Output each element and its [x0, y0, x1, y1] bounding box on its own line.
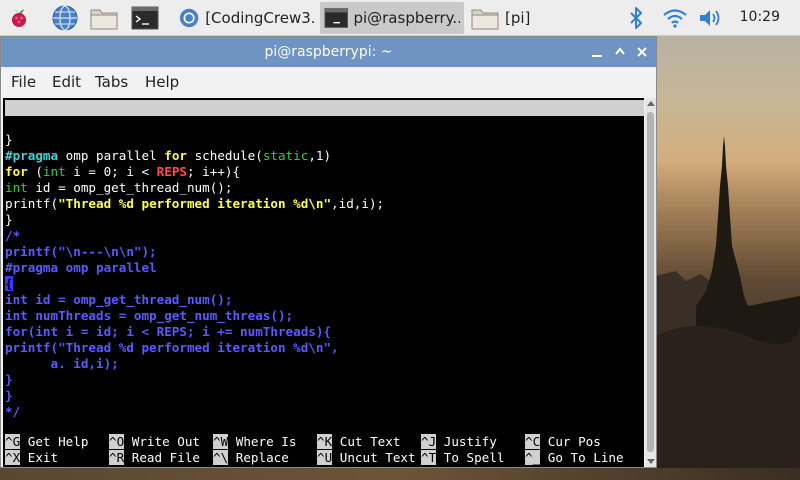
wifi-icon[interactable]	[660, 3, 690, 33]
maximize-icon[interactable]	[610, 42, 630, 62]
comment-line: /*	[5, 228, 21, 243]
comment-line: int id = omp_get_thread_num();	[5, 292, 233, 307]
scroll-up-icon[interactable]	[647, 101, 655, 106]
task-file-manager-label: [pi]	[505, 9, 531, 27]
code-line: #pragma omp parallel for schedule(static…	[5, 148, 332, 163]
menu-help[interactable]: Help	[145, 73, 179, 91]
comment-line: */	[5, 404, 21, 419]
terminal-launcher-icon[interactable]	[130, 3, 160, 33]
comment-line: }	[5, 372, 13, 387]
comment-line: }	[5, 388, 13, 403]
volume-icon[interactable]	[696, 3, 726, 33]
menu-edit[interactable]: Edit	[52, 73, 81, 91]
clock[interactable]: 10:29	[740, 9, 780, 25]
comment-line: a. id,i);	[5, 356, 119, 371]
task-terminal[interactable]: pi@raspberry...	[320, 2, 464, 34]
window-titlebar[interactable]: pi@raspberrypi: ~	[1, 37, 656, 67]
shortcut-cur-pos[interactable]: ^C Cur Pos	[525, 434, 601, 450]
file-manager-icon[interactable]	[89, 3, 119, 33]
nano-header: GNU nano 3.2 parallelLoopChunksOf1.c	[5, 100, 644, 147]
code-line: int id = omp_get_thread_num();	[5, 180, 233, 195]
comment-line: printf("Thread %d performed iteration %d…	[5, 340, 339, 355]
task-file-manager[interactable]: [pi]	[466, 2, 616, 34]
shortcut-replace[interactable]: ^\ Replace	[213, 450, 289, 466]
nano-version: GNU nano 3.2	[21, 116, 112, 131]
shortcut-exit[interactable]: ^X Exit	[5, 450, 58, 466]
taskbar: [CodingCrew3... pi@raspberry... [pi] 10:…	[0, 0, 800, 36]
menu-file[interactable]: File	[11, 73, 36, 91]
code-line: }	[5, 132, 13, 147]
task-chromium-label: [CodingCrew3...	[205, 9, 316, 27]
comment-line: int numThreads = omp_get_num_threas();	[5, 308, 294, 323]
minimize-icon[interactable]	[587, 42, 607, 62]
desktop-wallpaper	[656, 36, 800, 480]
scroll-down-icon[interactable]	[647, 459, 655, 464]
shortcut-write-out[interactable]: ^O Write Out	[109, 434, 200, 450]
bluetooth-icon[interactable]	[621, 3, 651, 33]
code-line: printf("Thread %d performed iteration %d…	[5, 196, 385, 211]
scrollbar-thumb[interactable]	[647, 112, 654, 452]
comment-line: #pragma omp parallel	[5, 260, 157, 275]
terminal-scrollbar[interactable]	[645, 98, 656, 467]
text-cursor: {	[5, 276, 13, 291]
shortcut-justify[interactable]: ^J Justify	[421, 434, 497, 450]
terminal-icon	[324, 8, 348, 28]
shortcut-cut-text[interactable]: ^K Cut Text	[317, 434, 400, 450]
shortcut-get-help[interactable]: ^G Get Help	[5, 434, 88, 450]
terminal-area[interactable]: GNU nano 3.2 parallelLoopChunksOf1.c } #…	[3, 98, 644, 467]
shortcut-where-is[interactable]: ^W Where Is	[213, 434, 296, 450]
shortcut-uncut-text[interactable]: ^U Uncut Text	[317, 450, 416, 466]
code-line: for (int i = 0; i < REPS; i++){	[5, 164, 241, 179]
comment-line: {	[5, 276, 13, 292]
shortcut-to-spell[interactable]: ^T To Spell	[421, 450, 504, 466]
close-icon[interactable]	[632, 42, 652, 62]
raspberry-menu-icon[interactable]	[4, 3, 34, 33]
web-browser-icon[interactable]	[50, 3, 80, 33]
terminal-window: pi@raspberrypi: ~ File Edit Tabs Help GN…	[0, 36, 657, 468]
menubar: File Edit Tabs Help	[1, 67, 656, 97]
desktop-wallpaper-bottom	[0, 468, 800, 480]
chromium-icon	[179, 8, 199, 28]
comment-line: printf("\n---\n\n");	[5, 244, 157, 259]
folder-icon	[471, 9, 499, 30]
menu-tabs[interactable]: Tabs	[95, 73, 128, 91]
task-terminal-label: pi@raspberry...	[353, 9, 460, 27]
code-line: }	[5, 212, 13, 227]
nano-filename: parallelLoopChunksOf1.c	[245, 132, 420, 147]
task-chromium[interactable]: [CodingCrew3...	[174, 2, 320, 34]
temple-silhouette	[656, 136, 800, 480]
comment-line: for(int i = id; i < REPS; i += numThread…	[5, 324, 332, 339]
shortcut-go-to-line[interactable]: ^_ Go To Line	[525, 450, 624, 466]
shortcut-read-file[interactable]: ^R Read File	[109, 450, 200, 466]
window-title: pi@raspberrypi: ~	[264, 44, 393, 60]
